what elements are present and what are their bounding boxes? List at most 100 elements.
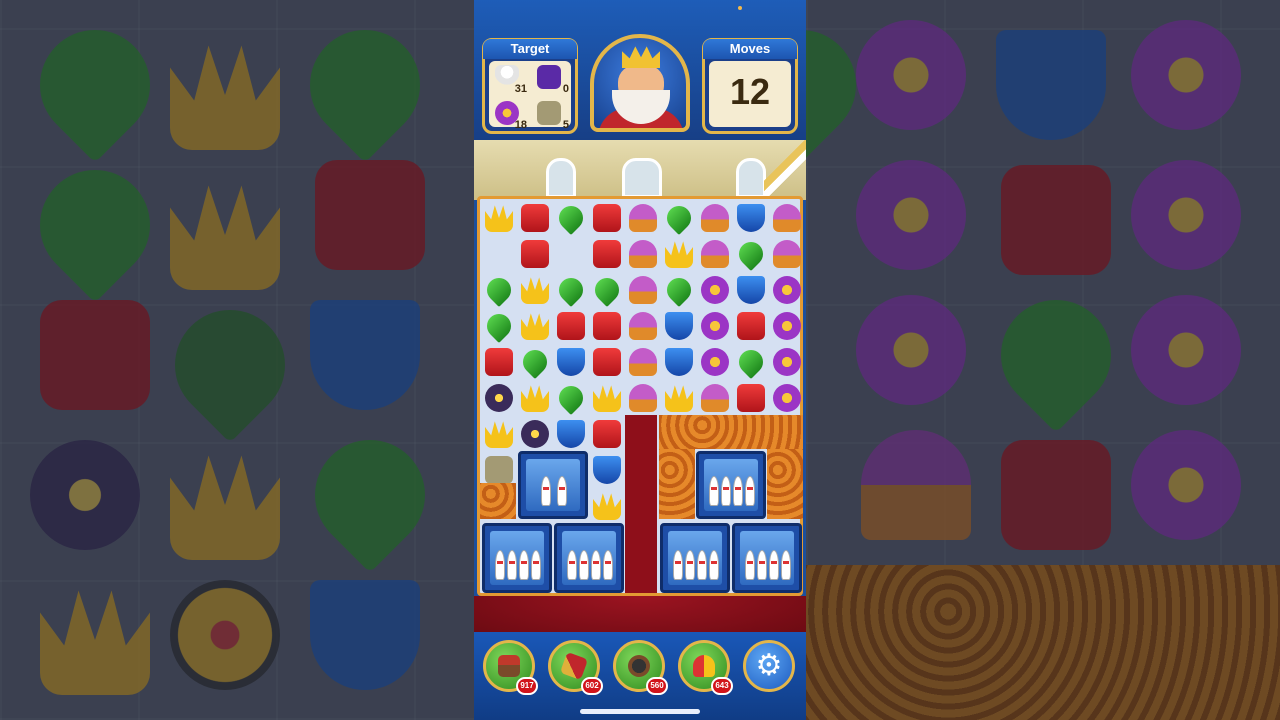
board-cell[interactable] <box>770 381 804 415</box>
board-cell[interactable] <box>518 309 552 343</box>
board-cell[interactable] <box>698 345 732 379</box>
board-cell[interactable] <box>626 381 660 415</box>
window <box>622 158 662 198</box>
arrow-booster-button[interactable]: 602 <box>548 640 603 695</box>
bowling-pins-box[interactable] <box>696 451 766 519</box>
booster-count: 560 <box>646 677 668 695</box>
flower-pot-icon <box>701 204 729 232</box>
board-cell[interactable] <box>734 237 768 271</box>
board-cell[interactable] <box>770 273 804 307</box>
staircase <box>764 140 806 200</box>
board-cell[interactable] <box>662 273 696 307</box>
bowling-pins-box[interactable] <box>732 523 802 593</box>
bowling-pin-icon <box>541 476 551 506</box>
board-cell[interactable] <box>662 201 696 235</box>
board-cell[interactable] <box>698 201 732 235</box>
board-cell[interactable] <box>554 381 588 415</box>
bowling-pins-box[interactable] <box>518 451 588 519</box>
board-cell[interactable] <box>698 381 732 415</box>
board-cell[interactable] <box>554 309 588 343</box>
rainbow-ball-icon <box>521 420 549 448</box>
gear-icon: ⚙ <box>755 648 783 683</box>
background-left <box>0 0 474 720</box>
bowling-pins-box[interactable] <box>660 523 730 593</box>
board-cell[interactable] <box>518 201 552 235</box>
board-cell[interactable] <box>770 201 804 235</box>
bowling-pin-icon <box>745 550 755 580</box>
bowling-pin-icon <box>603 550 613 580</box>
board-cell[interactable] <box>518 417 552 451</box>
board-cell[interactable] <box>734 273 768 307</box>
board-cell[interactable] <box>518 237 552 271</box>
board-cell[interactable] <box>770 237 804 271</box>
board-cell[interactable] <box>554 273 588 307</box>
board-cell[interactable] <box>482 381 516 415</box>
leaf-pile <box>659 415 803 449</box>
red-box-icon <box>737 384 765 412</box>
board-cell[interactable] <box>590 345 624 379</box>
board-cell[interactable] <box>662 237 696 271</box>
board-cell[interactable] <box>554 345 588 379</box>
flower-pot-icon <box>629 240 657 268</box>
target-count: 18 <box>514 119 527 131</box>
board-cell[interactable] <box>554 417 588 451</box>
board-cell[interactable] <box>590 309 624 343</box>
board-cell[interactable] <box>734 345 768 379</box>
red-box-icon <box>521 204 549 232</box>
board-cell[interactable] <box>734 201 768 235</box>
board-cell[interactable] <box>734 309 768 343</box>
jester-hat-booster-button[interactable]: 643 <box>678 640 733 695</box>
rainbow-ball-icon <box>485 384 513 412</box>
hammer-booster-button[interactable]: 917 <box>483 640 538 695</box>
bowling-pins-box[interactable] <box>554 523 624 593</box>
bowling-pin-icon <box>591 550 601 580</box>
board-cell[interactable] <box>626 309 660 343</box>
blue-shield-icon <box>557 420 585 448</box>
board-cell[interactable] <box>554 201 588 235</box>
board-cell[interactable] <box>590 453 624 487</box>
board-cell[interactable] <box>662 345 696 379</box>
yellow-crown-icon <box>485 205 513 232</box>
board-cell[interactable] <box>626 201 660 235</box>
board-cell[interactable] <box>626 345 660 379</box>
board-cell[interactable] <box>482 273 516 307</box>
board-cell[interactable] <box>590 201 624 235</box>
board-cell[interactable] <box>734 381 768 415</box>
board-cell[interactable] <box>662 381 696 415</box>
bone-tile-icon <box>537 101 561 125</box>
board-cell[interactable] <box>482 345 516 379</box>
board-cell[interactable] <box>518 381 552 415</box>
board-cell[interactable] <box>698 237 732 271</box>
board-cell[interactable] <box>626 237 660 271</box>
board-cell[interactable] <box>482 417 516 451</box>
board-cell[interactable] <box>770 345 804 379</box>
board-cell[interactable] <box>482 201 516 235</box>
moves-title: Moves <box>703 39 797 59</box>
moves-counter: 12 <box>709 61 791 127</box>
board-cell[interactable] <box>518 273 552 307</box>
game-board <box>477 196 803 596</box>
bowling-pin-icon <box>557 476 567 506</box>
bowling-pins-box[interactable] <box>482 523 552 593</box>
board-cell[interactable] <box>698 309 732 343</box>
board-cell[interactable] <box>590 489 624 523</box>
castle-scene <box>474 140 806 200</box>
board-cell[interactable] <box>518 345 552 379</box>
board-cell[interactable] <box>626 273 660 307</box>
settings-button[interactable]: ⚙ <box>743 640 795 692</box>
board-cell[interactable] <box>482 309 516 343</box>
cannon-booster-button[interactable]: 560 <box>613 640 668 695</box>
board-cell[interactable] <box>698 273 732 307</box>
home-indicator[interactable] <box>580 709 700 714</box>
blue-shield-icon <box>665 312 693 340</box>
board-cell[interactable] <box>590 417 624 451</box>
board-cell[interactable] <box>482 453 516 487</box>
board-cell[interactable] <box>662 309 696 343</box>
red-box-icon <box>737 312 765 340</box>
board-cell[interactable] <box>590 381 624 415</box>
board-cell[interactable] <box>590 237 624 271</box>
bowling-pin-icon <box>507 550 517 580</box>
bowling-pin-icon <box>757 550 767 580</box>
board-cell[interactable] <box>590 273 624 307</box>
board-cell[interactable] <box>770 309 804 343</box>
